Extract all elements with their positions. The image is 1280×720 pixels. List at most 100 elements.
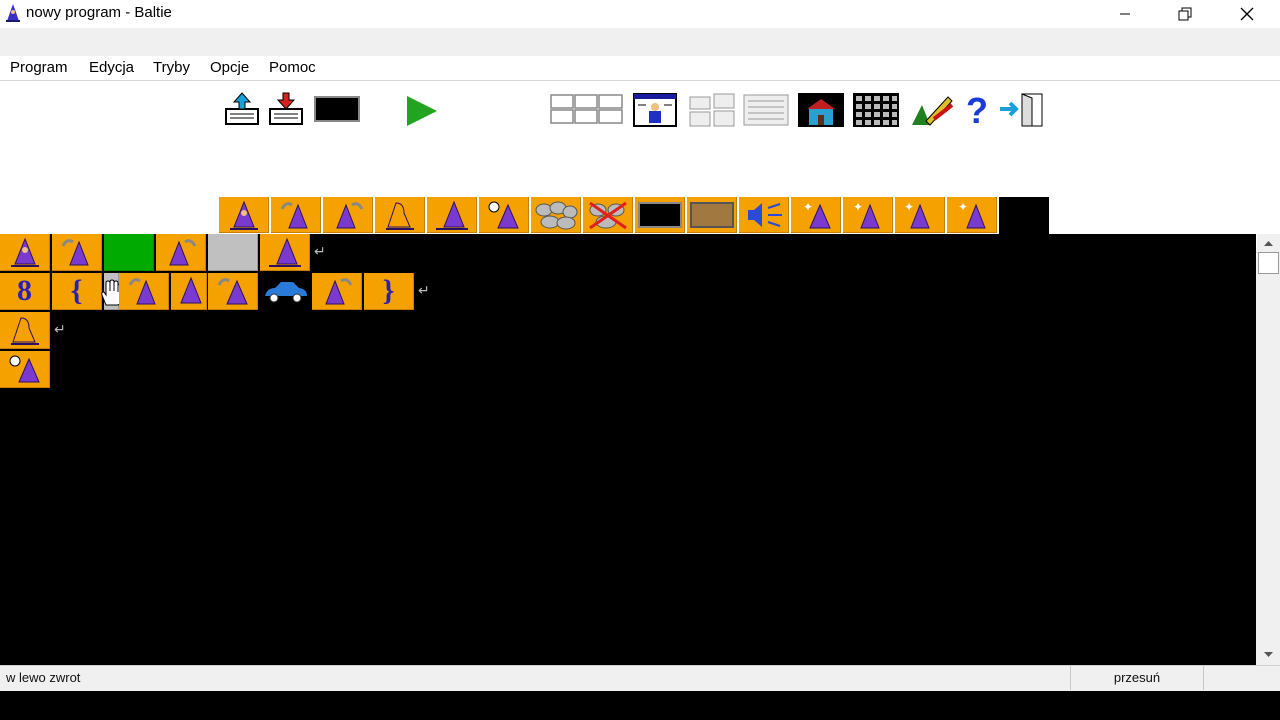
svg-text:✦: ✦ <box>853 200 863 214</box>
status-bar: w lewo zwrot przesuń <box>0 665 1280 691</box>
palette-sparkle-2[interactable]: ✦ <box>843 197 893 233</box>
line-end-mark: ↵ <box>54 322 66 338</box>
scroll-up-icon[interactable] <box>1263 239 1274 247</box>
black-screen-icon[interactable] <box>313 93 361 125</box>
palette-wizard-step[interactable] <box>219 197 269 233</box>
svg-text:✦: ✦ <box>803 200 813 214</box>
minimize-icon <box>1120 13 1130 15</box>
menu-bar: Program Edycja Tryby Opcje Pomoc <box>0 56 1280 80</box>
run-button-icon[interactable] <box>402 93 442 129</box>
svg-text:✦: ✦ <box>904 200 914 214</box>
menu-edycja[interactable]: Edycja <box>89 59 134 76</box>
cmd-place[interactable] <box>0 351 50 388</box>
cmd-wizard-step-3[interactable] <box>171 273 207 310</box>
title-bar: nowy program - Baltie <box>0 0 1280 28</box>
cmd-close-brace[interactable]: } <box>364 273 414 310</box>
palette-speaker[interactable] <box>739 197 789 233</box>
wizard-step-icon <box>229 200 258 230</box>
menu-program[interactable]: Program <box>10 59 68 76</box>
cmd-turn-right-2[interactable] <box>312 273 362 310</box>
wizard-turn-left-icon <box>280 201 308 228</box>
speaker-icon <box>747 202 782 227</box>
baltie-app-icon <box>6 4 20 22</box>
svg-text:?: ? <box>966 91 988 129</box>
stones-icon <box>535 201 577 229</box>
menu-pomoc[interactable]: Pomoc <box>269 59 316 76</box>
sparkle-wizard-icon: ✦ <box>904 200 930 228</box>
window-title: nowy program - Baltie <box>26 4 172 21</box>
status-mode: przesuń <box>1070 666 1204 690</box>
wizard-place-icon <box>488 201 519 228</box>
download-icon[interactable] <box>266 91 306 127</box>
exit-door-icon[interactable] <box>998 91 1046 129</box>
paint-tools-icon[interactable] <box>908 91 956 129</box>
palette-stones-remove[interactable] <box>583 197 633 233</box>
svg-text:✦: ✦ <box>958 200 968 214</box>
palette-place[interactable] <box>479 197 529 233</box>
stones-crossed-icon <box>588 201 627 229</box>
line-end-mark: ↵ <box>314 244 326 260</box>
toolbar-area: ? ✦ ✦ ✦ ✦ <box>0 81 1280 273</box>
sparkle-wizard-icon: ✦ <box>853 200 880 228</box>
palette-sparkle-3[interactable]: ✦ <box>895 197 945 233</box>
wizard-turn-right-icon <box>324 278 352 305</box>
teacher-board-icon[interactable] <box>632 91 678 129</box>
cmd-walk[interactable] <box>0 312 50 349</box>
vertical-scrollbar[interactable] <box>1257 234 1280 665</box>
cmd-turn-left-2[interactable] <box>119 273 169 310</box>
wizard-turn-left-icon <box>128 278 156 305</box>
help-question-icon[interactable]: ? <box>962 91 992 129</box>
palette-sparkle-1[interactable]: ✦ <box>791 197 841 233</box>
wizard-walk-icon <box>10 317 39 345</box>
cmd-wizard-step[interactable] <box>0 234 50 271</box>
brown-box-icon <box>689 201 734 228</box>
cmd-green-color[interactable] <box>104 234 154 271</box>
wizard-turn-left-icon <box>217 278 248 305</box>
cmd-turn-left-3[interactable] <box>208 273 258 310</box>
cmd-turn-right[interactable] <box>156 234 206 271</box>
upload-icon[interactable] <box>222 91 262 127</box>
wizard-step-icon <box>435 200 468 230</box>
scroll-down-icon[interactable] <box>1263 651 1274 659</box>
code-list-icon[interactable] <box>742 91 790 129</box>
wizard-step-icon <box>179 276 202 304</box>
restore-button[interactable] <box>1155 0 1215 28</box>
wizard-step-icon <box>268 237 301 267</box>
cmd-repeat-8[interactable]: 8 <box>0 273 50 310</box>
menu-opcje[interactable]: Opcje <box>210 59 249 76</box>
palette-brown-box[interactable] <box>687 197 737 233</box>
cmd-car[interactable] <box>260 273 310 310</box>
palette-black-box[interactable] <box>635 197 685 233</box>
scroll-thumb[interactable] <box>1258 252 1279 274</box>
sparkle-wizard-icon: ✦ <box>803 200 831 228</box>
wizard-turn-left-icon <box>61 239 89 266</box>
palette-wizard-step-2[interactable] <box>427 197 477 233</box>
black-box-icon <box>637 201 682 228</box>
wizard-place-icon <box>9 355 40 383</box>
status-message: w lewo zwrot <box>6 670 81 685</box>
menu-tryby[interactable]: Tryby <box>153 59 190 76</box>
wizard-turn-right-icon <box>335 201 363 228</box>
minimize-button[interactable] <box>1095 0 1155 28</box>
grid-view-icon[interactable] <box>550 93 624 125</box>
cmd-gray-color[interactable] <box>208 234 258 271</box>
palette-stones[interactable] <box>531 197 581 233</box>
wizard-walk-icon <box>385 201 414 230</box>
wizard-step-icon <box>10 237 39 267</box>
close-button[interactable] <box>1217 0 1277 28</box>
line-end-mark: ↵ <box>418 283 430 299</box>
wizard-turn-right-icon <box>168 239 196 266</box>
palette-turn-right[interactable] <box>323 197 373 233</box>
close-icon <box>1240 7 1254 21</box>
sparkle-wizard-icon: ✦ <box>958 200 986 228</box>
palette-turn-left[interactable] <box>271 197 321 233</box>
palette-walk[interactable] <box>375 197 425 233</box>
program-editor[interactable]: ↵ 8 { } ↵ ↵ <box>0 234 1256 665</box>
objects-gallery-icon[interactable] <box>688 91 736 129</box>
cmd-wizard-step-2[interactable] <box>260 234 310 271</box>
house-scene-icon[interactable] <box>797 91 845 129</box>
color-grid-icon[interactable] <box>852 91 900 129</box>
cmd-open-brace[interactable]: { <box>52 273 102 310</box>
cmd-turn-left[interactable] <box>52 234 102 271</box>
palette-sparkle-4[interactable]: ✦ <box>947 197 997 233</box>
